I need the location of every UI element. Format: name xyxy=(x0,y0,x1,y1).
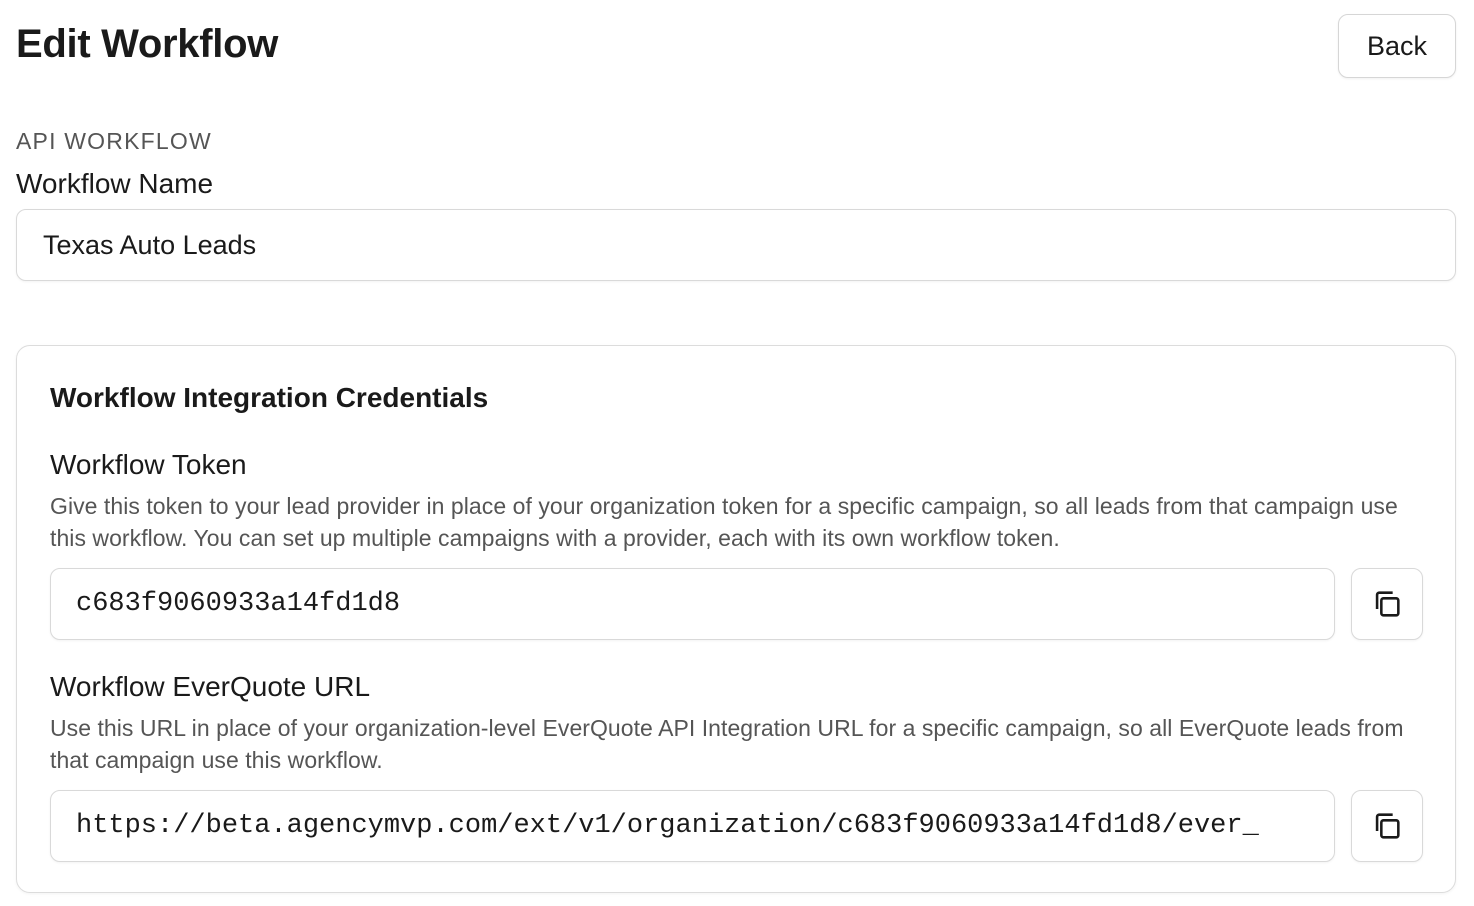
back-button[interactable]: Back xyxy=(1338,14,1456,78)
workflow-name-label: Workflow Name xyxy=(16,168,214,199)
everquote-url-row xyxy=(50,790,1423,862)
section-kicker: API WORKFLOW xyxy=(16,128,212,154)
page-title: Edit Workflow xyxy=(16,22,279,66)
edit-workflow-page: Edit Workflow Back API WORKFLOW Workflow… xyxy=(0,0,1474,906)
copy-token-button[interactable] xyxy=(1351,568,1423,640)
workflow-token-help: Give this token to your lead provider in… xyxy=(50,493,1398,551)
copy-icon xyxy=(1375,813,1400,839)
workflow-token-row xyxy=(50,568,1423,640)
copy-icon xyxy=(1375,591,1400,617)
workflow-token-field[interactable] xyxy=(50,568,1335,640)
page-header: Edit Workflow Back xyxy=(16,0,1456,114)
workflow-token-label: Workflow Token xyxy=(50,449,247,480)
everquote-url-field[interactable] xyxy=(50,790,1335,862)
copy-url-button[interactable] xyxy=(1351,790,1423,862)
credentials-card: Workflow Integration Credentials Workflo… xyxy=(16,345,1456,893)
workflow-name-input[interactable] xyxy=(16,209,1456,281)
everquote-url-help: Use this URL in place of your organizati… xyxy=(50,715,1404,773)
everquote-url-label: Workflow EverQuote URL xyxy=(50,671,371,702)
credentials-title: Workflow Integration Credentials xyxy=(50,382,489,413)
